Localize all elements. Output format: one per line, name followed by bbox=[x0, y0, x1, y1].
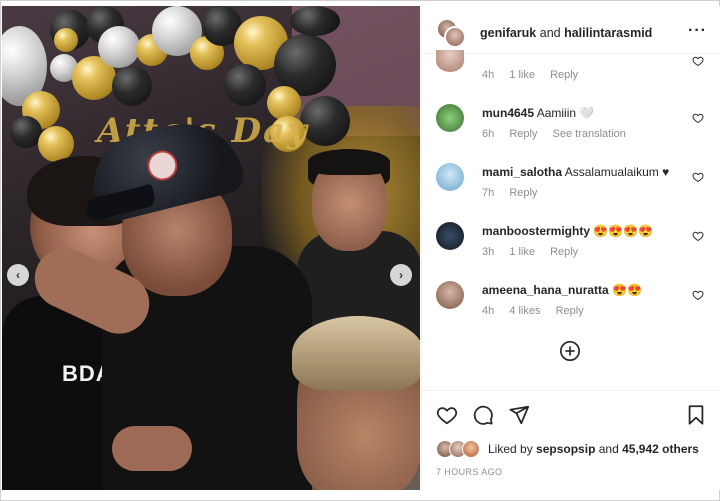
heart-icon[interactable] bbox=[692, 112, 704, 124]
comment-username[interactable]: mun4645 bbox=[482, 106, 534, 120]
load-more-comments-icon[interactable] bbox=[559, 340, 581, 362]
likes-summary: Liked by sepsopsip and 45,942 others bbox=[436, 439, 706, 459]
balloon bbox=[290, 6, 340, 36]
hair bbox=[308, 149, 390, 175]
comment-meta: 4h 1 like Reply bbox=[482, 69, 590, 81]
carousel-next-button[interactable]: › bbox=[390, 264, 412, 286]
comment-text: 😍😍😍😍 bbox=[593, 224, 654, 238]
comment-item: 4h 1 like Reply bbox=[436, 50, 716, 96]
comment-meta: 7h Reply bbox=[482, 187, 549, 199]
comment-icon[interactable] bbox=[472, 404, 494, 426]
hand bbox=[112, 426, 192, 471]
comment-time: 7h bbox=[482, 187, 495, 199]
more-options-button[interactable]: ··· bbox=[688, 22, 707, 40]
chevron-right-icon: › bbox=[399, 268, 403, 282]
avatar bbox=[462, 440, 480, 458]
liked-by-text: Liked by sepsopsip and 45,942 others bbox=[488, 442, 699, 456]
comment-body: mun4645 Aamiiin 🤍 bbox=[482, 106, 682, 121]
reply-button[interactable]: Reply bbox=[509, 187, 537, 199]
avatar[interactable] bbox=[436, 163, 464, 191]
comment-time: 4h bbox=[482, 305, 495, 317]
comment-likes[interactable]: 4 likes bbox=[509, 305, 540, 317]
instagram-post-window: Atta's Day BDAY B ‹ › bbox=[0, 0, 720, 501]
see-translation-link[interactable]: See translation bbox=[553, 128, 626, 140]
author-username[interactable]: halilintarasmid bbox=[564, 26, 652, 40]
comment-time: 4h bbox=[482, 69, 495, 81]
post-photo: Atta's Day BDAY B ‹ › bbox=[2, 6, 420, 490]
comment-meta: 3h 1 like Reply bbox=[482, 246, 590, 258]
balloon bbox=[98, 26, 140, 68]
heart-icon[interactable] bbox=[692, 230, 704, 242]
send-icon[interactable] bbox=[508, 404, 530, 426]
comment-likes[interactable]: 1 like bbox=[509, 246, 535, 258]
comment-body: mami_salotha Assalamualaikum ♥ bbox=[482, 165, 682, 180]
carousel-prev-button[interactable]: ‹ bbox=[7, 264, 29, 286]
comment-time: 6h bbox=[482, 128, 495, 140]
avatar[interactable] bbox=[444, 26, 466, 48]
post-authors: genifaruk and halilintarasmid bbox=[480, 26, 652, 40]
post-timestamp[interactable]: 7 HOURS AGO bbox=[436, 467, 502, 477]
comment-item: ameena_hana_nuratta 😍😍 4h 4 likes Reply bbox=[436, 281, 716, 331]
post-side-panel: genifaruk and halilintarasmid ··· 4h 1 l… bbox=[421, 6, 720, 490]
comment-text: 😍😍 bbox=[612, 283, 642, 297]
bookmark-icon[interactable] bbox=[685, 404, 707, 426]
comment-body: manboostermighty 😍😍😍😍 bbox=[482, 224, 682, 239]
author-connector: and bbox=[539, 26, 561, 40]
avatar[interactable] bbox=[436, 281, 464, 309]
liked-by-prefix: Liked by bbox=[488, 442, 533, 456]
comment-username[interactable]: ameena_hana_nuratta bbox=[482, 283, 609, 297]
avatar[interactable] bbox=[436, 222, 464, 250]
cap-logo bbox=[144, 147, 181, 184]
avatar[interactable] bbox=[436, 50, 464, 72]
comment-text: Assalamualaikum ♥ bbox=[564, 165, 670, 179]
more-horizontal-icon: ··· bbox=[688, 22, 707, 39]
heart-icon[interactable] bbox=[436, 404, 458, 426]
heart-icon[interactable] bbox=[692, 55, 704, 67]
comment-text: Aamiiin 🤍 bbox=[536, 106, 595, 120]
heart-icon[interactable] bbox=[692, 171, 704, 183]
author-username[interactable]: genifaruk bbox=[480, 26, 536, 40]
comment-body: ameena_hana_nuratta 😍😍 bbox=[482, 283, 682, 298]
avatar[interactable] bbox=[436, 104, 464, 132]
comment-username[interactable]: manboostermighty bbox=[482, 224, 590, 238]
comment-time: 3h bbox=[482, 246, 495, 258]
collab-avatars[interactable] bbox=[436, 18, 468, 48]
comment-username[interactable]: mami_salotha bbox=[482, 165, 562, 179]
child-hair bbox=[292, 316, 420, 391]
heart-icon[interactable] bbox=[692, 289, 704, 301]
liked-by-username[interactable]: sepsopsip bbox=[536, 442, 595, 456]
liked-by-connector: and bbox=[598, 442, 619, 456]
comment-meta: 6h Reply See translation bbox=[482, 128, 638, 140]
comment-item: mami_salotha Assalamualaikum ♥ 7h Reply bbox=[436, 163, 716, 213]
reply-button[interactable]: Reply bbox=[509, 128, 537, 140]
reply-button[interactable]: Reply bbox=[556, 305, 584, 317]
post-actions-bar: Liked by sepsopsip and 45,942 others 7 H… bbox=[422, 390, 720, 490]
comment-meta: 4h 4 likes Reply bbox=[482, 305, 596, 317]
comment-likes[interactable]: 1 like bbox=[509, 69, 535, 81]
balloon bbox=[54, 28, 78, 52]
liked-by-avatars bbox=[436, 440, 486, 458]
balloon bbox=[224, 64, 266, 106]
reply-button[interactable]: Reply bbox=[550, 246, 578, 258]
likes-count[interactable]: 45,942 others bbox=[622, 442, 699, 456]
reply-button[interactable]: Reply bbox=[550, 69, 578, 81]
comment-item: manboostermighty 😍😍😍😍 3h 1 like Reply bbox=[436, 222, 716, 272]
post-header: genifaruk and halilintarasmid ··· bbox=[422, 6, 720, 54]
chevron-left-icon: ‹ bbox=[16, 268, 20, 282]
comment-item: mun4645 Aamiiin 🤍 6h Reply See translati… bbox=[436, 104, 716, 154]
balloon bbox=[112, 66, 152, 106]
